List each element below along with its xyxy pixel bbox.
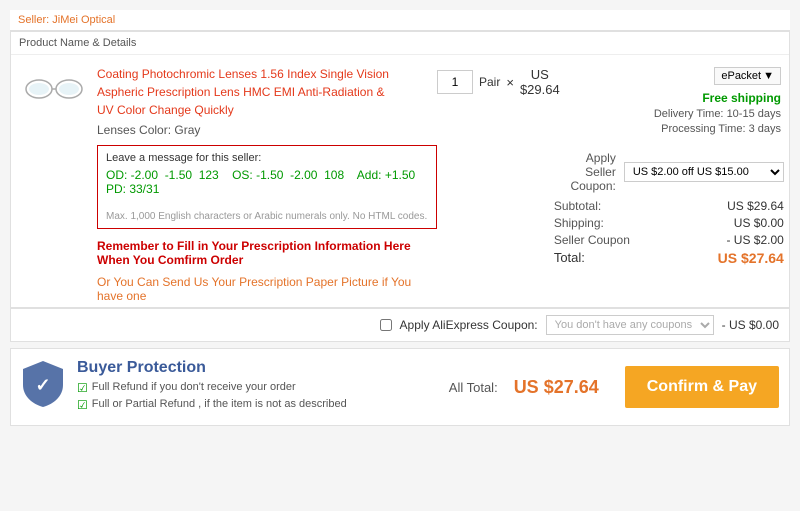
- summary-table: Subtotal: US $29.64 Shipping: US $0.00 S…: [554, 199, 784, 266]
- product-image: [19, 69, 89, 109]
- message-hint: Max. 1,000 English characters or Arabic …: [106, 211, 428, 222]
- order-summary: Apply Seller Coupon: US $2.00 off US $15…: [554, 151, 784, 266]
- total-row: Total: US $27.64: [554, 250, 784, 266]
- color-value: Gray: [174, 123, 200, 137]
- message-textarea[interactable]: [106, 168, 428, 204]
- message-label: Leave a message for this seller:: [106, 152, 428, 164]
- qty-unit: Pair: [479, 75, 500, 89]
- bp-title: Buyer Protection: [77, 359, 347, 377]
- chevron-down-icon: ▼: [763, 70, 774, 82]
- coupon-area: Apply Seller Coupon: US $2.00 off US $15…: [554, 151, 784, 193]
- total-confirm-section: All Total: US $27.64 Confirm & Pay: [449, 366, 779, 408]
- seller-coupon-row: Seller Coupon - US $2.00: [554, 233, 784, 247]
- all-total-label: All Total:: [449, 380, 498, 395]
- coupon-row: Apply Seller Coupon: US $2.00 off US $15…: [554, 151, 784, 193]
- bp-content: Buyer Protection ☑ Full Refund if you do…: [77, 359, 347, 415]
- shipping-value: US $0.00: [734, 216, 784, 230]
- shield-icon: ✓: [21, 359, 65, 412]
- seller-coupon-value: - US $2.00: [726, 233, 783, 247]
- coupon-select[interactable]: US $2.00 off US $15.00: [624, 162, 784, 182]
- all-total-value: US $27.64: [514, 377, 599, 398]
- free-shipping: Free shipping: [554, 91, 781, 105]
- coupon-label: Apply Seller Coupon:: [554, 151, 616, 193]
- svg-text:✓: ✓: [35, 375, 50, 395]
- subtotal-row: Subtotal: US $29.64: [554, 199, 784, 213]
- buyer-protection: ✓ Buyer Protection ☑ Full Refund if you …: [21, 359, 347, 415]
- product-left-col: Coating Photochromic Lenses 1.56 Index S…: [19, 65, 437, 303]
- qty-section: Pair × US $29.64: [437, 67, 554, 97]
- product-section: Product Name & Details Co: [10, 31, 790, 308]
- product-mid-col: Pair × US $29.64: [437, 65, 554, 97]
- epacket-button[interactable]: ePacket ▼: [714, 67, 781, 85]
- processing-time: Processing Time: 3 days: [554, 123, 781, 135]
- bp-item-1: ☑ Full Refund if you don't receive your …: [77, 381, 347, 395]
- check-icon-2: ☑: [77, 398, 88, 412]
- check-icon-1: ☑: [77, 381, 88, 395]
- product-main-row: Coating Photochromic Lenses 1.56 Index S…: [11, 55, 789, 307]
- shipping-section: Free shipping Delivery Time: 10-15 days …: [554, 91, 781, 135]
- product-name: Coating Photochromic Lenses 1.56 Index S…: [97, 65, 437, 119]
- aliexpress-coupon-checkbox[interactable]: [380, 319, 392, 331]
- aliexpress-coupon-label: Apply AliExpress Coupon:: [400, 318, 538, 332]
- aliexpress-coupon-select[interactable]: You don't have any coupons: [546, 315, 714, 335]
- message-box: Leave a message for this seller: Max. 1,…: [97, 145, 437, 229]
- reminder-text-2: Or You Can Send Us Your Prescription Pap…: [97, 275, 437, 303]
- aliexpress-coupon-discount: - US $0.00: [722, 318, 779, 332]
- delivery-time: Delivery Time: 10-15 days: [554, 108, 781, 120]
- bottom-section: ✓ Buyer Protection ☑ Full Refund if you …: [10, 348, 790, 426]
- bp-item-2: ☑ Full or Partial Refund , if the item i…: [77, 398, 347, 412]
- product-right-col: ePacket ▼ Free shipping Delivery Time: 1…: [554, 65, 781, 269]
- lenses-color: Lenses Color: Gray: [97, 123, 437, 137]
- quantity-input[interactable]: [437, 70, 473, 94]
- seller-name: JiMei Optical: [52, 14, 115, 26]
- reminder-text-1: Remember to Fill in Your Prescription In…: [97, 239, 437, 267]
- seller-bar: Seller: JiMei Optical: [10, 10, 790, 31]
- total-value: US $27.64: [718, 250, 784, 266]
- confirm-pay-button[interactable]: Confirm & Pay: [625, 366, 779, 408]
- subtotal-value: US $29.64: [727, 199, 784, 213]
- product-details: Coating Photochromic Lenses 1.56 Index S…: [97, 65, 437, 303]
- qty-multiply: ×: [506, 75, 514, 90]
- product-header: Product Name & Details: [11, 32, 789, 55]
- seller-label: Seller:: [18, 14, 49, 26]
- shipping-row: Shipping: US $0.00: [554, 216, 784, 230]
- aliexpress-coupon-row: Apply AliExpress Coupon: You don't have …: [10, 308, 790, 342]
